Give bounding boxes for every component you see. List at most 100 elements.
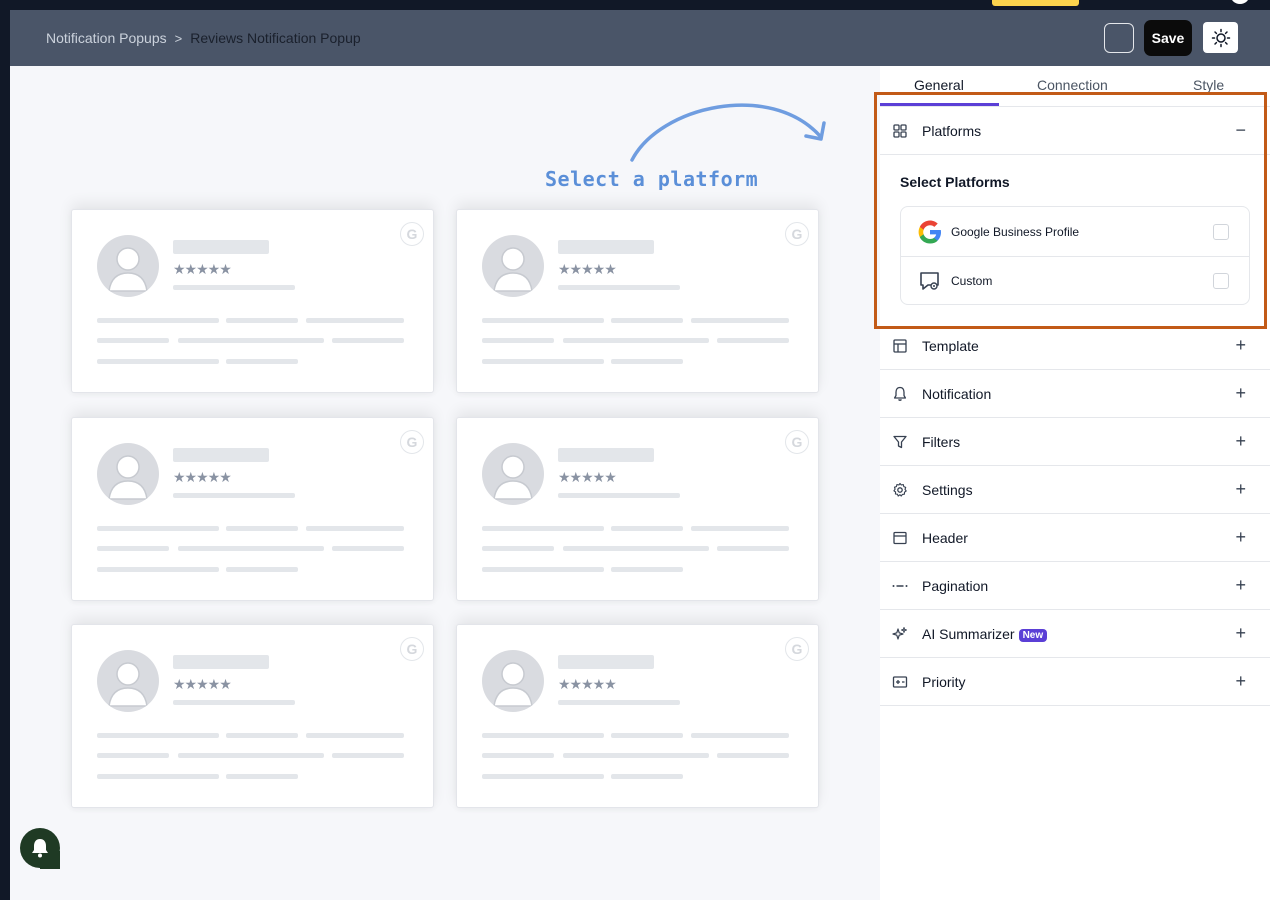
name-skeleton — [173, 240, 269, 254]
name-skeleton — [558, 655, 654, 669]
review-card: ★★★★★ G — [71, 624, 434, 808]
text-skeleton — [611, 733, 683, 738]
text-skeleton — [226, 567, 298, 572]
section-template-text: Template — [922, 337, 979, 354]
section-header-text: Header — [922, 529, 968, 546]
template-icon — [893, 339, 907, 353]
section-notification-label: Notification — [922, 386, 991, 402]
user-icon — [108, 662, 148, 707]
expand-icon[interactable]: + — [1235, 384, 1246, 402]
text-skeleton — [482, 753, 554, 758]
expand-icon[interactable]: + — [1235, 672, 1246, 690]
google-badge-icon: G — [400, 430, 424, 454]
meta-skeleton — [173, 700, 295, 705]
text-skeleton — [97, 733, 219, 738]
filter-icon — [893, 435, 907, 449]
expand-icon[interactable]: + — [1235, 576, 1246, 594]
google-badge-icon: G — [400, 637, 424, 661]
text-skeleton — [178, 338, 324, 343]
google-badge-icon: G — [785, 222, 809, 246]
tab-style[interactable]: Style — [1193, 77, 1224, 93]
priority-icon — [892, 676, 908, 688]
pagination-icon — [892, 585, 908, 587]
section-notification-header[interactable]: Notification + — [880, 370, 1270, 418]
user-icon — [108, 247, 148, 292]
text-skeleton — [97, 318, 219, 323]
google-badge-icon: G — [400, 222, 424, 246]
section-filters-header[interactable]: Filters + — [880, 418, 1270, 466]
text-skeleton — [226, 526, 298, 531]
expand-icon[interactable]: + — [1235, 480, 1246, 498]
text-skeleton — [563, 546, 709, 551]
text-skeleton — [178, 546, 324, 551]
empty-toolbar-button[interactable] — [1104, 23, 1134, 53]
tab-general[interactable]: General — [914, 77, 964, 93]
hint-text: Select a platform — [545, 167, 759, 191]
breadcrumb-parent-link[interactable]: Notification Popups — [46, 30, 167, 46]
avatar-placeholder — [482, 443, 544, 505]
sparkle-icon — [892, 627, 907, 640]
new-badge: New — [1018, 628, 1048, 642]
text-skeleton — [306, 318, 404, 323]
avatar-placeholder — [97, 650, 159, 712]
google-badge-icon: G — [785, 430, 809, 454]
text-skeleton — [611, 526, 683, 531]
text-skeleton — [691, 733, 789, 738]
meta-skeleton — [558, 493, 680, 498]
sun-icon — [1211, 28, 1230, 47]
text-skeleton — [611, 359, 683, 364]
section-filters-label: Filters — [922, 434, 960, 450]
review-card: ★★★★★ G — [456, 417, 819, 601]
text-skeleton — [226, 774, 298, 779]
meta-skeleton — [558, 285, 680, 290]
section-settings-text: Settings — [922, 481, 973, 498]
save-button[interactable]: Save — [1144, 20, 1192, 56]
text-skeleton — [226, 359, 298, 364]
user-icon — [493, 662, 533, 707]
text-skeleton — [97, 338, 169, 343]
meta-skeleton — [558, 700, 680, 705]
text-skeleton — [563, 338, 709, 343]
section-priority-header[interactable]: Priority + — [880, 658, 1270, 706]
header-icon — [893, 531, 907, 545]
expand-icon[interactable]: + — [1235, 624, 1246, 642]
notification-fab[interactable] — [20, 828, 60, 868]
section-template-label: Template — [922, 338, 979, 354]
star-rating: ★★★★★ — [558, 261, 617, 277]
section-header-label: Header — [922, 530, 968, 546]
section-template-header[interactable]: Template + — [880, 322, 1270, 370]
section-pagination-text: Pagination — [922, 577, 989, 594]
text-skeleton — [611, 774, 683, 779]
top-bar: Notification Popups > Reviews Notificati… — [10, 10, 1270, 66]
expand-icon[interactable]: + — [1235, 528, 1246, 546]
tab-connection[interactable]: Connection — [1037, 77, 1108, 93]
profile-dot — [1230, 0, 1250, 4]
text-skeleton — [611, 318, 683, 323]
avatar-placeholder — [482, 650, 544, 712]
google-badge-icon: G — [785, 637, 809, 661]
theme-toggle-button[interactable] — [1203, 22, 1238, 53]
text-skeleton — [482, 546, 554, 551]
user-icon — [493, 455, 533, 500]
avatar-placeholder — [97, 443, 159, 505]
text-skeleton — [97, 359, 219, 364]
expand-icon[interactable]: + — [1235, 336, 1246, 354]
text-skeleton — [97, 774, 219, 779]
name-skeleton — [173, 448, 269, 462]
review-card: ★★★★★ G — [456, 209, 819, 393]
section-ai-summarizer-header[interactable]: AI Summarizer New + — [880, 610, 1270, 658]
text-skeleton — [482, 567, 604, 572]
text-skeleton — [691, 318, 789, 323]
platforms-highlight-frame — [874, 92, 1267, 329]
section-notification-text: Notification — [922, 385, 992, 402]
review-card: ★★★★★ G — [71, 417, 434, 601]
section-pagination-header[interactable]: Pagination + — [880, 562, 1270, 610]
user-icon — [493, 247, 533, 292]
text-skeleton — [482, 359, 604, 364]
section-settings-header[interactable]: Settings + — [880, 466, 1270, 514]
section-header-header[interactable]: Header + — [880, 514, 1270, 562]
review-card: ★★★★★ G — [456, 624, 819, 808]
text-skeleton — [97, 753, 169, 758]
expand-icon[interactable]: + — [1235, 432, 1246, 450]
section-pagination-label: Pagination — [922, 578, 988, 594]
